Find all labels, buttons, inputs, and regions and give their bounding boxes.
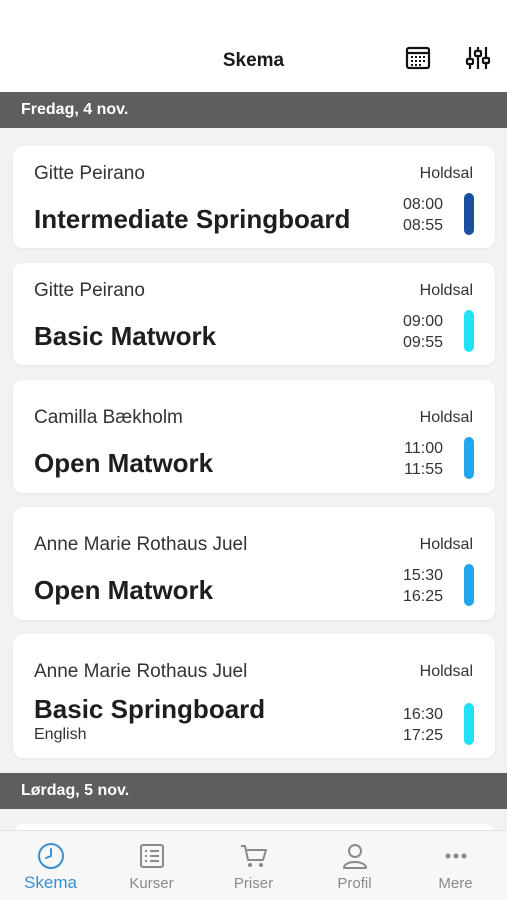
day-header: Fredag, 4 nov. [0,92,507,128]
bottom-tab-bar: Skema Kurser Priser Profil Mere [0,830,507,900]
tab-label: Priser [233,875,274,892]
class-title: Open Matwork [34,448,214,478]
list-icon [140,844,164,868]
instructor-name: Anne Marie Rothaus Juel [34,661,248,682]
tab-label: Kurser [129,875,174,892]
room-label: Holdsal [419,536,473,553]
start-time: 11:00 [404,440,443,457]
class-times: 08:00 08:55 [403,194,443,236]
tab-label: Mere [438,875,473,892]
class-times: 11:00 11:55 [404,438,443,480]
tab-kurser[interactable]: Kurser [101,831,202,900]
class-title: Open Matwork [34,575,214,605]
class-times: 16:30 17:25 [403,704,443,746]
person-icon [343,844,367,869]
start-time: 08:00 [402,196,443,213]
sliders-icon[interactable] [464,44,492,72]
level-color-bar [464,564,474,606]
tab-label: Skema [24,873,77,892]
class-card[interactable]: Anne Marie Rothaus Juel Holdsal Open Mat… [13,507,495,620]
level-color-bar [464,310,474,352]
start-time: 16:30 [402,706,443,723]
clock-icon [38,843,64,869]
room-label: Holdsal [419,282,473,299]
more-icon [445,853,467,859]
class-title: Basic Springboard [34,694,266,724]
instructor-name: Gitte Peirano [34,280,145,301]
class-times: 09:00 09:55 [403,311,443,353]
class-language: English [34,726,87,743]
class-card[interactable]: Camilla Bækholm Holdsal Open Matwork 11:… [13,380,495,493]
room-label: Holdsal [419,409,473,426]
tab-priser[interactable]: Priser [203,831,304,900]
level-color-bar [464,193,474,235]
end-time: 11:55 [404,461,443,478]
room-label: Holdsal [419,663,473,680]
level-color-bar [464,703,474,745]
class-card[interactable]: Gitte Peirano Holdsal Intermediate Sprin… [13,146,495,248]
day-header: Lørdag, 5 nov. [0,773,507,809]
tab-label: Profil [337,875,372,892]
cart-icon [241,845,267,867]
instructor-name: Gitte Peirano [34,163,145,184]
tab-mere[interactable]: Mere [405,831,506,900]
calendar-icon[interactable] [404,44,432,72]
room-label: Holdsal [419,165,473,182]
class-times: 15:30 16:25 [403,565,443,607]
instructor-name: Anne Marie Rothaus Juel [34,534,248,555]
tab-skema[interactable]: Skema [0,831,101,900]
end-time: 08:55 [402,217,443,234]
start-time: 15:30 [402,567,443,584]
class-title: Basic Matwork [34,321,217,351]
tab-profil[interactable]: Profil [304,831,405,900]
end-time: 16:25 [402,588,443,605]
instructor-name: Camilla Bækholm [34,407,183,428]
class-card[interactable]: Anne Marie Rothaus Juel Holdsal Basic Sp… [13,634,495,758]
class-title: Intermediate Springboard [34,204,351,234]
class-card[interactable]: Gitte Peirano Holdsal Basic Matwork 09:0… [13,263,495,365]
start-time: 09:00 [402,313,443,330]
end-time: 17:25 [402,727,443,744]
top-bar: Skema [0,0,507,92]
end-time: 09:55 [402,334,443,351]
level-color-bar [464,437,474,479]
